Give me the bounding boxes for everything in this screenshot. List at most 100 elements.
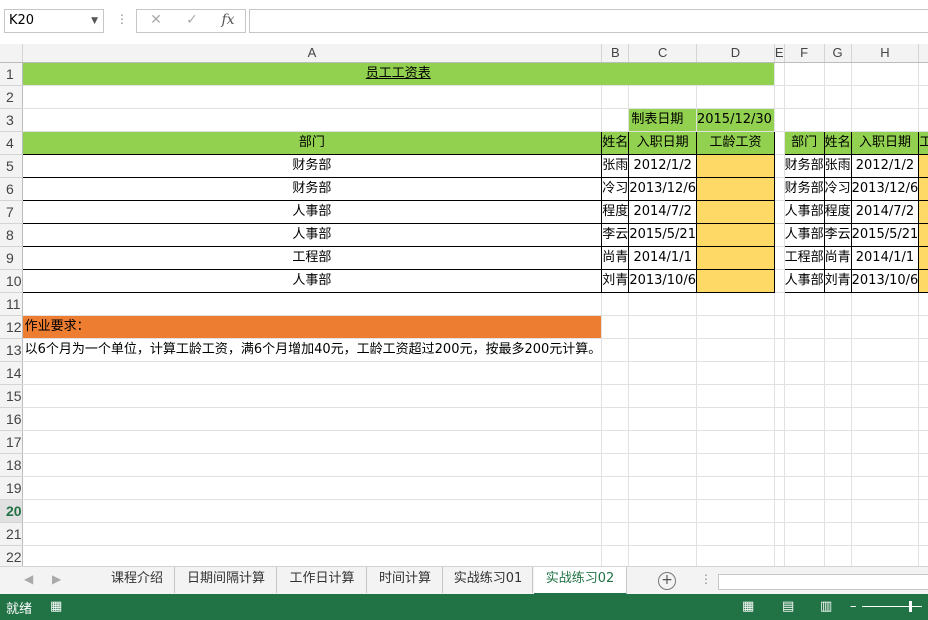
cell[interactable]: [696, 453, 775, 477]
data-cell[interactable]: 程度: [601, 200, 630, 224]
cell[interactable]: [774, 108, 785, 132]
cell[interactable]: [918, 499, 928, 523]
cell[interactable]: [628, 292, 697, 316]
cell[interactable]: [774, 430, 785, 454]
cell[interactable]: [22, 499, 603, 523]
row-header[interactable]: 7: [0, 200, 23, 224]
cell[interactable]: [774, 177, 785, 201]
cell[interactable]: [774, 85, 785, 109]
header-cell[interactable]: 入职日期: [628, 131, 697, 155]
cell[interactable]: [918, 85, 928, 109]
cell[interactable]: [851, 62, 920, 86]
sheet-tab[interactable]: 实战练习01: [444, 567, 533, 593]
cell[interactable]: [784, 292, 825, 316]
data-cell[interactable]: 冷习: [823, 177, 852, 201]
row-header[interactable]: 19: [0, 476, 23, 500]
data-cell[interactable]: 40: [918, 223, 928, 247]
column-header[interactable]: C: [628, 44, 697, 63]
data-cell[interactable]: 人事部: [783, 200, 825, 224]
data-cell[interactable]: 2013/12/6: [628, 177, 697, 201]
cell[interactable]: [774, 407, 785, 431]
normal-view-icon[interactable]: ▦: [742, 599, 754, 614]
cell[interactable]: [696, 85, 775, 109]
more-options-icon[interactable]: ⋮: [116, 12, 128, 26]
header-cell[interactable]: 姓名: [601, 131, 630, 155]
cell[interactable]: [774, 223, 785, 247]
data-cell[interactable]: [695, 154, 775, 178]
chevron-down-icon[interactable]: ▼: [91, 10, 98, 32]
cell[interactable]: [22, 476, 603, 500]
cell[interactable]: [601, 453, 630, 477]
cell[interactable]: [784, 522, 825, 546]
cell[interactable]: [774, 269, 785, 293]
zoom-slider[interactable]: [862, 606, 922, 607]
cell[interactable]: [824, 62, 852, 86]
zoom-out-icon[interactable]: –: [850, 599, 857, 614]
cell[interactable]: [22, 430, 603, 454]
data-cell[interactable]: 张雨: [601, 154, 630, 178]
data-cell[interactable]: 2015/5/21: [628, 223, 697, 247]
cell[interactable]: [918, 62, 928, 86]
data-cell[interactable]: 200: [918, 154, 928, 178]
row-header[interactable]: 5: [0, 154, 23, 178]
insert-function-button[interactable]: fx: [213, 12, 243, 28]
row-header[interactable]: 12: [0, 315, 23, 339]
cell[interactable]: [774, 476, 785, 500]
column-header[interactable]: A: [22, 44, 603, 63]
data-cell[interactable]: 财务部: [21, 154, 603, 178]
cell[interactable]: [851, 361, 920, 385]
column-header[interactable]: E: [774, 44, 785, 63]
data-cell[interactable]: [695, 223, 775, 247]
cell[interactable]: [784, 315, 825, 339]
horizontal-scrollbar[interactable]: [718, 574, 928, 590]
cell[interactable]: [784, 499, 825, 523]
data-cell[interactable]: 2014/1/1: [850, 246, 920, 270]
cell[interactable]: [824, 407, 852, 431]
page-layout-icon[interactable]: ▤: [782, 599, 794, 614]
data-cell[interactable]: 2012/1/2: [628, 154, 697, 178]
cell[interactable]: [601, 545, 630, 566]
cell[interactable]: [22, 453, 603, 477]
row-header[interactable]: 1: [0, 62, 23, 86]
column-header[interactable]: I: [918, 44, 928, 63]
cell[interactable]: [851, 108, 920, 132]
cell[interactable]: [628, 453, 697, 477]
data-cell[interactable]: 人事部: [783, 223, 825, 247]
data-cell[interactable]: 财务部: [783, 177, 825, 201]
sheet-tab[interactable]: 工作日计算: [278, 567, 367, 593]
cell[interactable]: [601, 108, 630, 132]
cell[interactable]: [628, 407, 697, 431]
cell[interactable]: [851, 85, 920, 109]
cell[interactable]: [774, 315, 785, 339]
cell[interactable]: [851, 430, 920, 454]
cell[interactable]: [784, 62, 825, 86]
cell[interactable]: [824, 85, 852, 109]
cell[interactable]: [918, 108, 928, 132]
row-header[interactable]: 8: [0, 223, 23, 247]
cell[interactable]: [784, 361, 825, 385]
row-header[interactable]: 3: [0, 108, 23, 132]
cell[interactable]: [784, 476, 825, 500]
page-break-icon[interactable]: ▥: [820, 599, 832, 614]
select-all-corner[interactable]: [0, 44, 23, 63]
data-cell[interactable]: 160: [918, 269, 928, 293]
cell[interactable]: [824, 338, 852, 362]
cell[interactable]: [601, 338, 630, 362]
cell[interactable]: [851, 292, 920, 316]
cell[interactable]: [851, 407, 920, 431]
macro-record-icon[interactable]: ▦: [50, 599, 62, 614]
cell[interactable]: [601, 85, 630, 109]
cell[interactable]: [774, 499, 785, 523]
row-header[interactable]: 15: [0, 384, 23, 408]
cell[interactable]: [774, 292, 785, 316]
cell[interactable]: [918, 292, 928, 316]
header-cell[interactable]: 部门: [21, 131, 603, 155]
row-header[interactable]: 18: [0, 453, 23, 477]
cell[interactable]: [696, 361, 775, 385]
date-value[interactable]: 2015/12/30: [696, 108, 775, 132]
data-cell[interactable]: 刘青: [823, 269, 852, 293]
task-text[interactable]: 以6个月为一个单位，计算工龄工资，满6个月增加40元，工龄工资超过200元，按最…: [22, 338, 603, 362]
data-cell[interactable]: 80: [918, 200, 928, 224]
cell[interactable]: [784, 338, 825, 362]
cell[interactable]: [601, 361, 630, 385]
